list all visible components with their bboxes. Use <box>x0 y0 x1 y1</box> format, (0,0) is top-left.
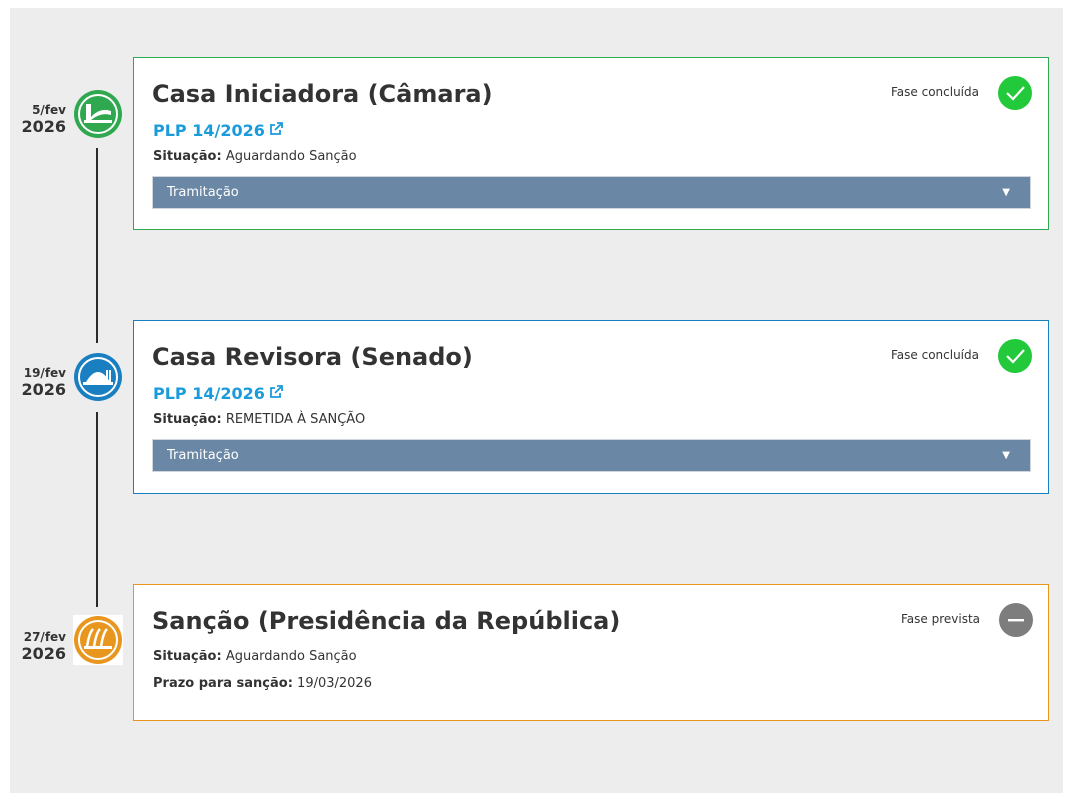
plp-link[interactable]: PLP 14/2026 <box>153 384 283 403</box>
phase-title: Casa Revisora (Senado) <box>152 343 473 371</box>
phase-date: 5/fev 2026 <box>4 103 66 137</box>
situacao-field: Situação: REMETIDA À SANÇÃO <box>153 412 365 427</box>
presidencia-icon <box>73 615 123 665</box>
minus-icon <box>999 603 1033 637</box>
situacao-value: REMETIDA À SANÇÃO <box>225 412 366 427</box>
phase-title: Sanção (Presidência da República) <box>152 607 621 635</box>
date-day-month: 19/fev <box>23 366 66 380</box>
date-year: 2026 <box>21 117 66 136</box>
date-day-month: 5/fev <box>32 103 66 117</box>
situacao-value: Aguardando Sanção <box>225 149 357 164</box>
tramitacao-label: Tramitação <box>167 185 239 200</box>
phase-title: Casa Iniciadora (Câmara) <box>152 80 493 108</box>
situacao-label: Situação: <box>153 412 222 427</box>
timeline-connector <box>96 412 98 607</box>
external-link-icon <box>269 121 283 140</box>
phase-card-camara: Casa Iniciadora (Câmara) PLP 14/2026 Sit… <box>133 57 1049 230</box>
date-year: 2026 <box>21 644 66 663</box>
prazo-value: 19/03/2026 <box>297 676 372 691</box>
situacao-value: Aguardando Sanção <box>225 649 357 664</box>
phase-date: 27/fev 2026 <box>4 630 66 664</box>
phase-card-presidencia: Sanção (Presidência da República) Situaç… <box>133 584 1049 721</box>
external-link-icon <box>269 384 283 403</box>
caret-down-icon: ▼ <box>1002 450 1010 461</box>
situacao-field: Situação: Aguardando Sanção <box>153 649 357 664</box>
phase-date: 19/fev 2026 <box>4 366 66 400</box>
phase-status-text: Fase concluída <box>891 85 979 99</box>
date-year: 2026 <box>21 380 66 399</box>
prazo-label: Prazo para sanção: <box>153 676 293 691</box>
situacao-field: Situação: Aguardando Sanção <box>153 149 357 164</box>
caret-down-icon: ▼ <box>1002 187 1010 198</box>
situacao-label: Situação: <box>153 649 222 664</box>
check-icon <box>998 339 1032 373</box>
tramitacao-toggle[interactable]: Tramitação ▼ <box>152 439 1031 472</box>
date-day-month: 27/fev <box>23 630 66 644</box>
tramitacao-label: Tramitação <box>167 448 239 463</box>
tramitacao-toggle[interactable]: Tramitação ▼ <box>152 176 1031 209</box>
plp-link[interactable]: PLP 14/2026 <box>153 121 283 140</box>
situacao-label: Situação: <box>153 149 222 164</box>
timeline-connector <box>96 148 98 343</box>
plp-link-text: PLP 14/2026 <box>153 121 265 140</box>
plp-link-text: PLP 14/2026 <box>153 384 265 403</box>
phase-card-senado: Casa Revisora (Senado) PLP 14/2026 Situa… <box>133 320 1049 494</box>
check-icon <box>998 76 1032 110</box>
phase-status-text: Fase prevista <box>901 612 981 626</box>
camara-icon <box>73 89 123 139</box>
phase-status-text: Fase concluída <box>891 348 979 362</box>
senado-icon <box>73 352 123 402</box>
prazo-field: Prazo para sanção: 19/03/2026 <box>153 676 372 691</box>
